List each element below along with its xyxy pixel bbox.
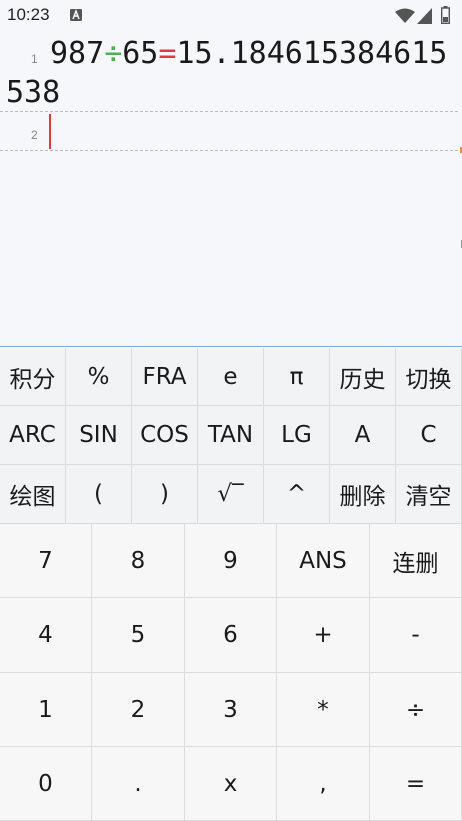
5-key[interactable]: 5	[92, 598, 185, 673]
c-key[interactable]: C	[396, 406, 462, 465]
multiply-key[interactable]: *	[277, 673, 370, 747]
1-key[interactable]: 1	[0, 673, 92, 747]
lg-key[interactable]: LG	[264, 406, 330, 465]
expression-line-1[interactable]: 1 987÷65=15.184615384615538	[0, 32, 458, 112]
switch-key[interactable]: 切换	[396, 348, 462, 406]
sqrt-key[interactable]: √‾	[198, 465, 264, 524]
pi-key[interactable]: π	[264, 348, 330, 406]
operator-symbol: ÷	[104, 36, 123, 71]
arc-key[interactable]: ARC	[0, 406, 66, 465]
sin-key[interactable]: SIN	[66, 406, 132, 465]
a-icon	[70, 9, 82, 21]
operand-2: 65	[122, 36, 159, 71]
equals-symbol: =	[158, 36, 177, 71]
9-key[interactable]: 9	[185, 524, 277, 598]
a-key[interactable]: A	[330, 406, 396, 465]
euler-e-key[interactable]: e	[198, 348, 264, 406]
tan-key[interactable]: TAN	[198, 406, 264, 465]
expression-text: 987÷65=15.184615384615538	[6, 34, 458, 112]
delete-key[interactable]: 删除	[330, 465, 396, 524]
comma-key[interactable]: ,	[277, 747, 370, 821]
ans-key[interactable]: ANS	[277, 524, 370, 598]
4-key[interactable]: 4	[0, 598, 92, 673]
divide-key[interactable]: ÷	[370, 673, 462, 747]
history-key[interactable]: 历史	[330, 348, 396, 406]
signal-icon	[417, 8, 432, 24]
text-cursor	[49, 114, 51, 149]
plot-key[interactable]: 绘图	[0, 465, 66, 524]
6-key[interactable]: 6	[185, 598, 277, 673]
integral-key[interactable]: 积分	[0, 348, 66, 406]
expression-display[interactable]: 1 987÷65=15.184615384615538 2	[0, 32, 462, 347]
power-key[interactable]: ^	[264, 465, 330, 524]
decimal-key[interactable]: .	[92, 747, 185, 821]
fraction-key[interactable]: FRA	[132, 348, 198, 406]
cos-key[interactable]: COS	[132, 406, 198, 465]
2-key[interactable]: 2	[92, 673, 185, 747]
percent-key[interactable]: %	[66, 348, 132, 406]
right-paren-key[interactable]: )	[132, 465, 198, 524]
status-bar: 10:23	[0, 0, 462, 32]
minus-key[interactable]: -	[370, 598, 462, 673]
plus-key[interactable]: +	[277, 598, 370, 673]
function-keypad: 积分% FRA e π 历史 切换 ARC SIN COS TAN LG A C 绘图() √‾ ^ 删除 清空	[0, 348, 462, 524]
equals-key[interactable]: =	[370, 747, 462, 821]
variable-x-key[interactable]: x	[185, 747, 277, 821]
0-key[interactable]: 0	[0, 747, 92, 821]
clear-key[interactable]: 清空	[396, 465, 462, 524]
delete-all-key[interactable]: 连删	[370, 524, 462, 598]
3-key[interactable]: 3	[185, 673, 277, 747]
status-time: 10:23	[7, 5, 50, 24]
7-key[interactable]: 7	[0, 524, 92, 598]
left-paren-key[interactable]: (	[66, 465, 132, 524]
expression-line-2[interactable]: 2	[0, 112, 458, 151]
battery-icon	[441, 6, 450, 24]
line-number: 2	[31, 128, 38, 142]
operand-1: 987	[50, 36, 105, 71]
wifi-icon	[395, 8, 415, 23]
8-key[interactable]: 8	[92, 524, 185, 598]
number-keypad: 7 8 9 ANS 连删 4 5 6 + - 1 2 3 * ÷ 0. x, =	[0, 524, 462, 821]
